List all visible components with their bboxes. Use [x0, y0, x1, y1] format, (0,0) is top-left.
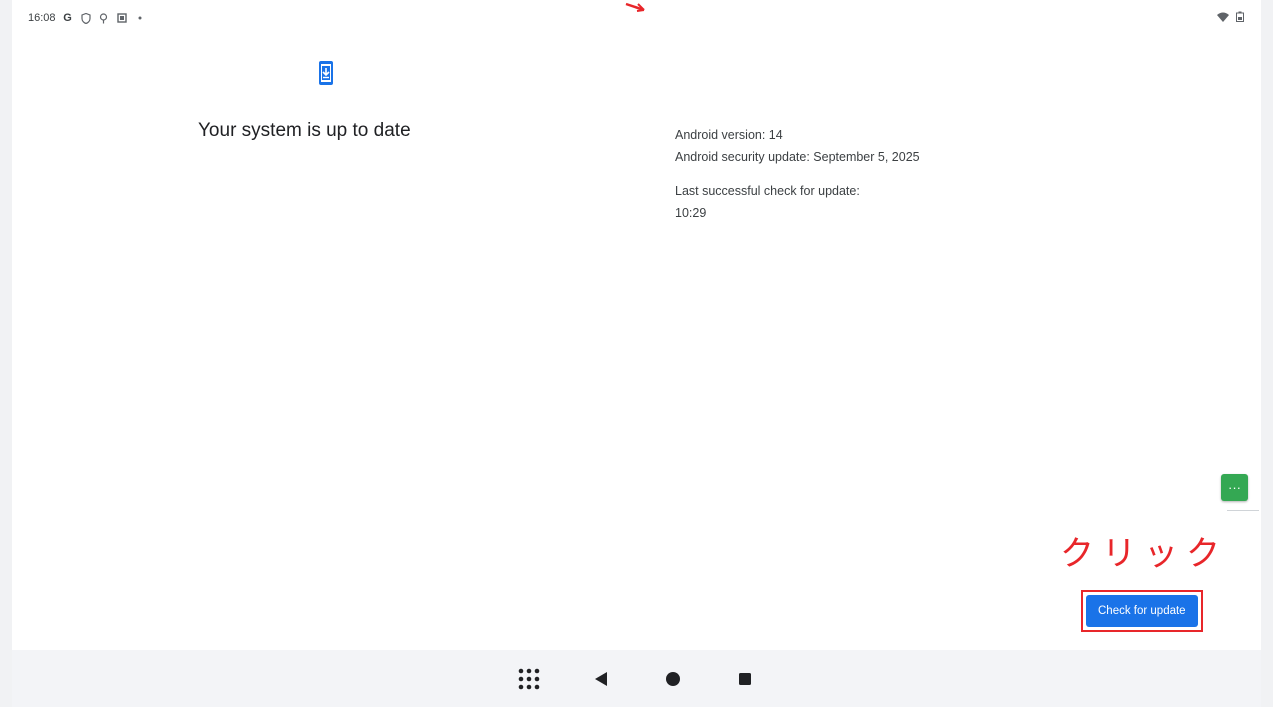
more-options-button[interactable]: ···: [1221, 474, 1248, 501]
google-icon: G: [63, 12, 72, 24]
annotation-highlight-box: Check for update: [1081, 590, 1203, 632]
system-update-icon: [318, 60, 334, 91]
last-check-time: 10:29: [675, 206, 707, 220]
last-check-label: Last successful check for update:: [675, 184, 860, 198]
security-update: Android security update: September 5, 20…: [675, 150, 920, 164]
update-info: Android version: 14 Android security upd…: [675, 124, 920, 224]
home-icon[interactable]: [659, 665, 687, 693]
navigation-bar: [12, 650, 1261, 707]
notification-icon: [116, 12, 128, 24]
back-icon[interactable]: [587, 665, 615, 693]
wifi-icon: [1217, 12, 1229, 25]
android-version: Android version: 14: [675, 128, 783, 142]
dot-icon: [134, 12, 146, 24]
location-icon: [98, 12, 110, 24]
divider: [1227, 510, 1259, 511]
settings-screen: 16:08 G Your system is up to date Androi…: [12, 0, 1261, 707]
shield-icon: [80, 12, 92, 24]
status-right: [1217, 8, 1245, 28]
apps-grid-icon[interactable]: [515, 665, 543, 693]
battery-icon: [1235, 11, 1245, 25]
annotation-click-label: クリック: [1060, 534, 1228, 574]
recents-icon[interactable]: [731, 665, 759, 693]
status-time: 16:08: [28, 12, 56, 24]
status-bar: 16:08 G: [28, 8, 146, 28]
more-dots-icon: ···: [1228, 480, 1241, 495]
annotation-arrow-icon: [625, 2, 645, 12]
check-for-update-button[interactable]: Check for update: [1086, 595, 1198, 627]
page-title: Your system is up to date: [198, 120, 411, 141]
